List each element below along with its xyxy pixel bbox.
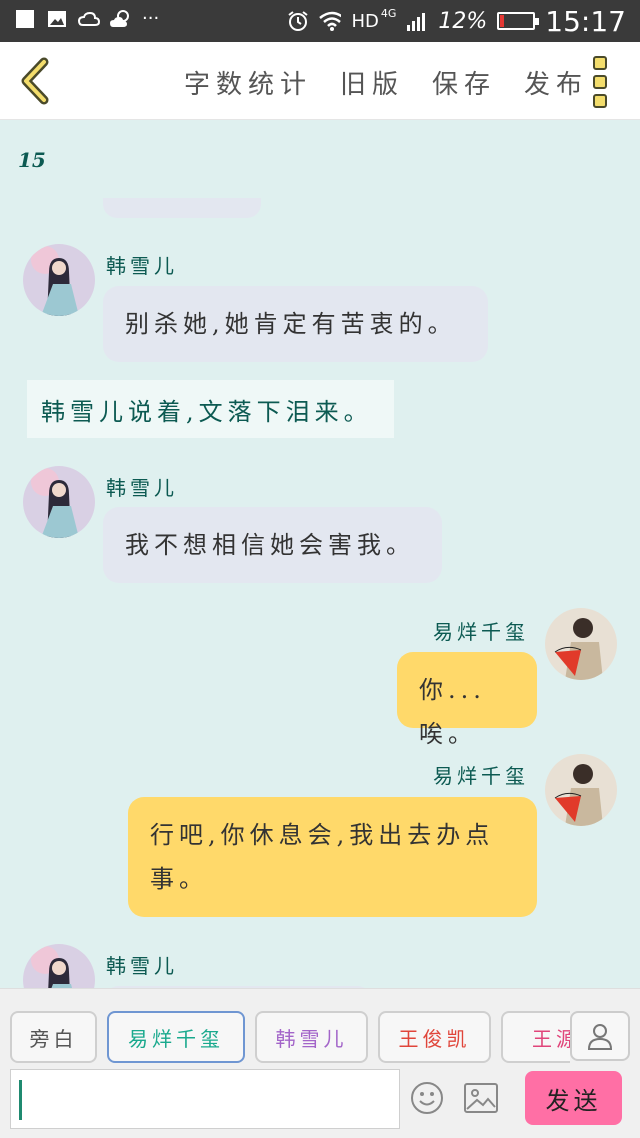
message-bubble[interactable]: 我不想相信她会害我。 — [103, 507, 442, 583]
role-label: 王俊凯 — [398, 1026, 471, 1051]
battery-percent: 12% — [438, 8, 488, 34]
more-notifications: ··· — [142, 8, 160, 29]
three-squares-menu-icon[interactable] — [593, 56, 617, 108]
sender-name: 韩雪儿 — [106, 476, 178, 500]
network-type: 4G — [380, 6, 397, 20]
back-button[interactable] — [14, 56, 58, 106]
status-left-icons: ··· — [14, 8, 159, 30]
image-icon — [46, 8, 68, 30]
role-chip[interactable]: 韩雪儿 — [255, 1011, 368, 1063]
word-count-button[interactable]: 字数统计 — [184, 64, 312, 101]
avatar-han-xueer[interactable] — [23, 244, 95, 316]
role-manage-button[interactable] — [570, 1011, 630, 1061]
editor-header: 字数统计 旧版 保存 发布 — [0, 42, 640, 120]
chat-area[interactable]: 15 韩雪儿 别杀她,她肯定有苦衷的。 韩雪儿说着,文落下泪来。 韩雪儿 我不想… — [0, 120, 640, 988]
sender-name: 韩雪儿 — [106, 254, 178, 278]
alarm-icon — [287, 10, 309, 32]
sender-name: 韩雪儿 — [106, 954, 178, 978]
sender-name: 易烊千玺 — [433, 620, 529, 644]
network-label: HD — [351, 10, 379, 32]
sender-name: 易烊千玺 — [433, 764, 529, 788]
battery-icon — [497, 12, 540, 30]
wifi-icon — [319, 10, 342, 32]
send-button[interactable]: 发送 — [525, 1071, 622, 1125]
role-label: 易烊千玺 — [128, 1026, 224, 1051]
role-label: 旁白 — [29, 1026, 78, 1051]
role-label: 韩雪儿 — [275, 1026, 348, 1051]
old-version-button[interactable]: 旧版 — [340, 64, 404, 101]
message-input[interactable] — [10, 1069, 400, 1129]
role-chip-active[interactable]: 易烊千玺 — [107, 1011, 245, 1063]
avatar-han-xueer[interactable] — [23, 466, 95, 538]
avatar-yi-yangqianxi[interactable] — [545, 608, 617, 680]
header-actions: 字数统计 旧版 保存 发布 — [184, 64, 588, 101]
message-bubble[interactable]: 你...唉。 — [397, 652, 537, 748]
notification-square-icon — [14, 8, 36, 30]
composer: 旁白 易烊千玺 韩雪儿 王俊凯 王源 发送 — [0, 988, 640, 1138]
avatar-yi-yangqianxi[interactable] — [545, 754, 617, 826]
person-icon — [587, 1024, 613, 1050]
save-button[interactable]: 保存 — [432, 64, 496, 101]
role-chip[interactable]: 王俊凯 — [378, 1011, 491, 1063]
clock: 15:17 — [545, 4, 626, 38]
chevron-left-icon — [21, 57, 49, 105]
avatar-han-xueer[interactable] — [23, 944, 95, 988]
signal-icon — [406, 10, 428, 32]
message-bubble-partial — [103, 198, 261, 218]
role-selector[interactable]: 旁白 易烊千玺 韩雪儿 王俊凯 王源 — [10, 1011, 570, 1063]
status-right: HD 4G 12% 15:17 — [287, 4, 626, 38]
word-count: 15 — [18, 148, 46, 172]
message-bubble[interactable]: 行吧,你休息会,我出去办点事。 — [128, 797, 537, 917]
picture-icon[interactable] — [464, 1083, 498, 1113]
role-label: 王源 — [532, 1026, 570, 1051]
cloud-icon — [78, 8, 100, 30]
text-caret — [19, 1080, 22, 1120]
publish-button[interactable]: 发布 — [524, 64, 588, 101]
role-chip[interactable]: 王源 — [501, 1011, 570, 1063]
narration-text[interactable]: 韩雪儿说着,文落下泪来。 — [27, 380, 394, 438]
smiley-icon[interactable] — [410, 1081, 444, 1115]
battery-fill — [500, 15, 505, 27]
role-chip[interactable]: 旁白 — [10, 1011, 97, 1063]
weather-icon — [110, 8, 132, 30]
message-bubble[interactable]: 别杀她,她肯定有苦衷的。 — [103, 286, 488, 362]
status-bar: ··· HD 4G 12% 15:17 — [0, 0, 640, 42]
